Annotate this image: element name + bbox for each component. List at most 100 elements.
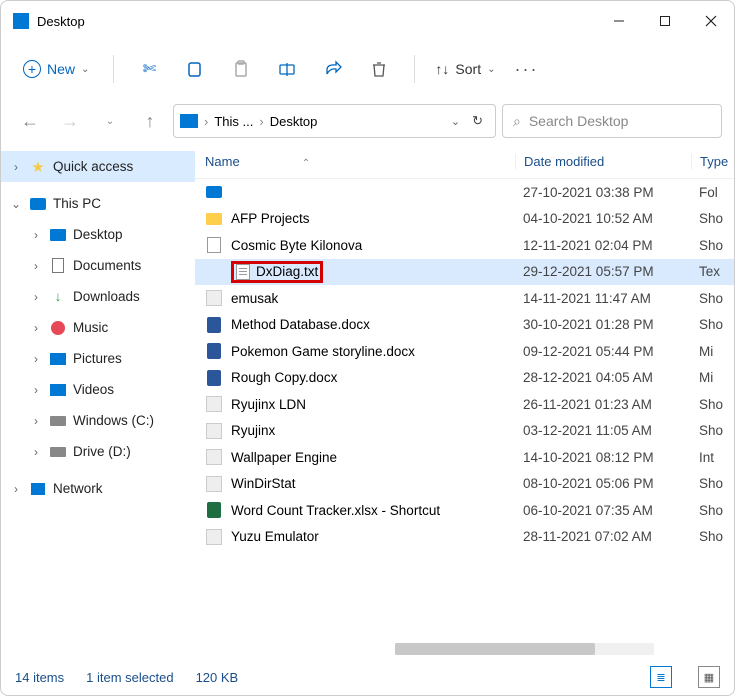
minimize-button[interactable] — [596, 1, 642, 41]
sidebar-item-network[interactable]: ›Network — [1, 473, 195, 504]
sidebar: › ★ Quick access ⌄ This PC ›Desktop ›Doc… — [1, 145, 195, 659]
search-input[interactable]: ⌕ Search Desktop — [502, 104, 722, 138]
file-type: Sho — [691, 397, 734, 412]
sidebar-item-pictures[interactable]: ›Pictures — [1, 343, 195, 374]
search-icon: ⌕ — [513, 113, 521, 130]
file-type: Fol — [691, 185, 734, 200]
sidebar-item-quick-access[interactable]: › ★ Quick access — [1, 151, 195, 182]
sidebar-label: Desktop — [73, 227, 123, 242]
file-row[interactable]: Ryujinx03-12-2021 11:05 AMSho — [195, 418, 734, 445]
sort-button[interactable]: ↑↓ Sort ⌄ — [429, 61, 501, 77]
drive-icon — [50, 447, 66, 457]
file-type: Sho — [691, 211, 734, 226]
shortcut-icon — [206, 290, 222, 306]
file-row[interactable]: DxDiag.txt29-12-2021 05:57 PMTex — [195, 259, 734, 286]
shortcut-icon — [206, 423, 222, 439]
refresh-button[interactable]: ↻ — [472, 113, 483, 129]
breadcrumb-sep: › — [259, 114, 263, 129]
breadcrumb-seg[interactable]: This ... — [214, 114, 253, 129]
share-button[interactable] — [312, 49, 354, 89]
file-date: 28-12-2021 04:05 AM — [515, 370, 691, 385]
file-name: Ryujinx LDN — [231, 397, 515, 412]
new-button[interactable]: + New ⌄ — [13, 54, 99, 84]
cut-button[interactable]: ✄ — [128, 49, 170, 89]
file-date: 30-10-2021 01:28 PM — [515, 317, 691, 332]
breadcrumb-seg[interactable]: Desktop — [270, 114, 318, 129]
column-type[interactable]: Type — [691, 154, 734, 169]
sidebar-item-music[interactable]: ›Music — [1, 312, 195, 343]
sidebar-label: Downloads — [73, 289, 140, 304]
sidebar-item-downloads[interactable]: ›↓Downloads — [1, 281, 195, 312]
generic-icon — [207, 237, 221, 253]
file-type: Sho — [691, 476, 734, 491]
status-bar: 14 items 1 item selected 120 KB ≣ ▦ — [1, 659, 734, 695]
sidebar-item-desktop[interactable]: ›Desktop — [1, 219, 195, 250]
file-row[interactable]: WinDirStat08-10-2021 05:06 PMSho — [195, 471, 734, 498]
file-type: Sho — [691, 238, 734, 253]
details-view-button[interactable]: ≣ — [650, 666, 672, 688]
column-date[interactable]: Date modified — [515, 154, 691, 169]
chevron-down-icon[interactable]: ⌄ — [451, 115, 460, 128]
breadcrumb-sep: › — [204, 114, 208, 129]
sidebar-label: Windows (C:) — [73, 413, 154, 428]
file-row[interactable]: Cosmic Byte Kilonova12-11-2021 02:04 PMS… — [195, 232, 734, 259]
address-bar[interactable]: › This ... › Desktop ⌄ ↻ — [173, 104, 496, 138]
file-date: 27-10-2021 03:38 PM — [515, 185, 691, 200]
sidebar-item-this-pc[interactable]: ⌄ This PC — [1, 188, 195, 219]
drive-icon — [50, 416, 66, 426]
file-date: 03-12-2021 11:05 AM — [515, 423, 691, 438]
sidebar-item-documents[interactable]: ›Documents — [1, 250, 195, 281]
thumbnails-view-button[interactable]: ▦ — [698, 666, 720, 688]
network-icon — [31, 483, 45, 495]
toolbar: + New ⌄ ✄ ↑↓ Sort ⌄ ··· — [1, 41, 734, 97]
recent-dropdown-icon[interactable]: ⌄ — [93, 104, 127, 138]
file-type: Sho — [691, 317, 734, 332]
file-type: Mi — [691, 370, 734, 385]
file-row[interactable]: Ryujinx LDN26-11-2021 01:23 AMSho — [195, 391, 734, 418]
shortcut-icon — [206, 396, 222, 412]
forward-button[interactable]: → — [53, 104, 87, 138]
excel-icon — [207, 502, 221, 518]
back-button[interactable]: ← — [13, 104, 47, 138]
monitor-icon — [30, 198, 46, 210]
sidebar-label: Drive (D:) — [73, 444, 131, 459]
shortcut-icon — [206, 449, 222, 465]
paste-button[interactable] — [220, 49, 262, 89]
column-name[interactable]: Name⌃ — [201, 154, 515, 169]
file-date: 14-10-2021 08:12 PM — [515, 450, 691, 465]
file-row[interactable]: Word Count Tracker.xlsx - Shortcut06-10-… — [195, 497, 734, 524]
sidebar-label: Videos — [73, 382, 114, 397]
file-row[interactable]: AFP Projects04-10-2021 10:52 AMSho — [195, 206, 734, 233]
sidebar-item-drive-d[interactable]: ›Drive (D:) — [1, 436, 195, 467]
more-button[interactable]: ··· — [505, 49, 547, 89]
close-button[interactable] — [688, 1, 734, 41]
file-name: DxDiag.txt — [231, 261, 515, 283]
sidebar-item-drive-c[interactable]: ›Windows (C:) — [1, 405, 195, 436]
delete-button[interactable] — [358, 49, 400, 89]
sidebar-item-videos[interactable]: ›Videos — [1, 374, 195, 405]
file-pane: Name⌃ Date modified Type 27-10-2021 03:3… — [195, 145, 734, 659]
plus-icon: + — [23, 60, 41, 78]
desktop-icon — [206, 186, 222, 198]
chevron-down-icon: ⌄ — [81, 64, 89, 75]
chevron-down-icon: ⌄ — [9, 197, 23, 211]
folder-icon — [50, 229, 66, 241]
sort-label: Sort — [455, 61, 481, 77]
shortcut-icon — [206, 476, 222, 492]
maximize-button[interactable] — [642, 1, 688, 41]
horizontal-scrollbar[interactable] — [395, 643, 654, 655]
file-row[interactable]: Wallpaper Engine14-10-2021 08:12 PMInt — [195, 444, 734, 471]
file-row[interactable]: Pokemon Game storyline.docx09-12-2021 05… — [195, 338, 734, 365]
file-row[interactable]: emusak14-11-2021 11:47 AMSho — [195, 285, 734, 312]
file-date: 09-12-2021 05:44 PM — [515, 344, 691, 359]
rename-button[interactable] — [266, 49, 308, 89]
sidebar-label: Quick access — [53, 159, 133, 174]
sidebar-label: Network — [53, 481, 103, 496]
file-row[interactable]: Method Database.docx30-10-2021 01:28 PMS… — [195, 312, 734, 339]
sidebar-label: Documents — [73, 258, 141, 273]
file-row[interactable]: Yuzu Emulator28-11-2021 07:02 AMSho — [195, 524, 734, 551]
up-button[interactable]: ↑ — [133, 104, 167, 138]
copy-button[interactable] — [174, 49, 216, 89]
file-row[interactable]: Rough Copy.docx28-12-2021 04:05 AMMi — [195, 365, 734, 392]
file-row[interactable]: 27-10-2021 03:38 PMFol — [195, 179, 734, 206]
